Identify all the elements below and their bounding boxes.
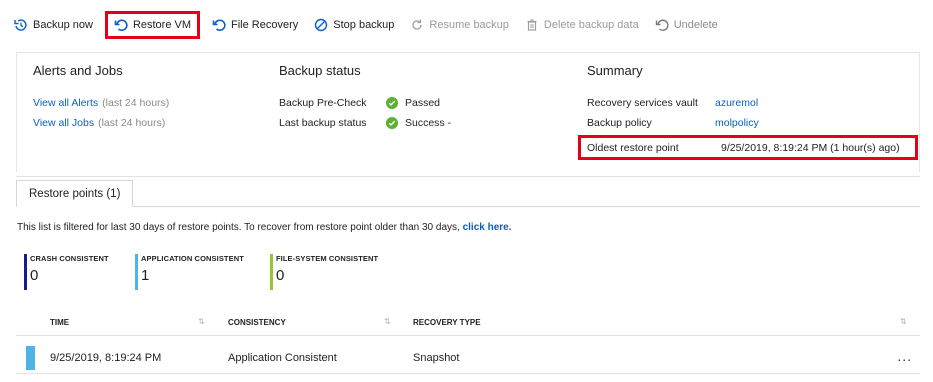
oldest-restore-point-label: Oldest restore point — [587, 141, 679, 154]
backup-now-label: Backup now — [33, 19, 93, 31]
table-row[interactable]: 9/25/2019, 8:19:24 PM Application Consis… — [16, 342, 920, 374]
jobs-timeframe: (last 24 hours) — [98, 117, 166, 129]
stop-icon — [314, 18, 328, 32]
precheck-value: Passed — [405, 97, 441, 109]
view-alerts-row: View all Alerts (last 24 hours) — [33, 93, 169, 113]
row-time: 9/25/2019, 8:19:24 PM — [50, 352, 162, 364]
view-all-jobs-link[interactable]: View all Jobs — [33, 117, 94, 129]
sort-icon[interactable]: ⇅ — [900, 317, 907, 326]
delete-backup-data-button[interactable]: Delete backup data — [525, 11, 639, 39]
backup-now-button[interactable]: Backup now — [14, 11, 93, 39]
restore-vm-label: Restore VM — [132, 19, 192, 31]
backup-status-title: Backup status — [279, 63, 361, 78]
command-bar: Backup now Restore VM File Recovery Stop… — [0, 0, 933, 50]
backup-status-section: Backup status Backup Pre-Check Passed La… — [279, 63, 451, 133]
application-consistent-bar — [135, 254, 138, 290]
resume-backup-button[interactable]: Resume backup — [410, 11, 509, 39]
restore-points-table-header: TIME ⇅ CONSISTENCY ⇅ RECOVERY TYPE ⇅ — [16, 312, 920, 336]
alerts-jobs-title: Alerts and Jobs — [33, 63, 123, 78]
sort-icon[interactable]: ⇅ — [198, 317, 205, 326]
view-jobs-row: View all Jobs (last 24 hours) — [33, 113, 169, 133]
file-recovery-button[interactable]: File Recovery — [212, 11, 298, 39]
file-system-consistent-label: FILE-SYSTEM CONSISTENT — [276, 254, 379, 263]
view-all-alerts-link[interactable]: View all Alerts — [33, 97, 98, 109]
crash-consistent-stat[interactable]: CRASH CONSISTENT 0 — [24, 254, 109, 290]
stop-backup-button[interactable]: Stop backup — [314, 11, 394, 39]
click-here-link[interactable]: click here. — [463, 222, 512, 233]
section-divider — [16, 176, 920, 177]
file-system-consistent-bar — [270, 254, 273, 290]
check-icon — [386, 97, 398, 109]
application-consistent-stat[interactable]: APPLICATION CONSISTENT 1 — [135, 254, 244, 290]
undelete-icon — [655, 18, 669, 32]
last-backup-row: Last backup status Success - — [279, 113, 451, 133]
application-consistent-count: 1 — [141, 267, 150, 284]
vault-link[interactable]: azuremol — [715, 97, 758, 109]
summary-section: Summary Recovery services vault azuremol… — [587, 63, 759, 133]
precheck-row: Backup Pre-Check Passed — [279, 93, 451, 113]
tab-restore-points[interactable]: Restore points (1) — [16, 180, 134, 207]
sort-icon[interactable]: ⇅ — [384, 317, 391, 326]
last-backup-label: Last backup status — [279, 117, 367, 129]
filter-notice: This list is filtered for last 30 days o… — [17, 222, 512, 233]
filter-text: This list is filtered for last 30 days o… — [17, 222, 460, 233]
resume-icon — [410, 18, 424, 32]
file-system-consistent-stat[interactable]: FILE-SYSTEM CONSISTENT 0 — [270, 254, 378, 290]
consistency-color-swatch — [26, 346, 35, 370]
last-backup-value: Success - — [405, 117, 452, 129]
policy-row: Backup policy molpolicy — [587, 113, 759, 133]
more-options-icon[interactable]: ... — [897, 348, 912, 364]
crash-consistent-label: CRASH CONSISTENT — [30, 254, 109, 263]
resume-backup-label: Resume backup — [429, 19, 509, 31]
restore-vm-button[interactable]: Restore VM — [104, 11, 201, 39]
delete-backup-data-label: Delete backup data — [543, 19, 639, 31]
crash-consistent-bar — [24, 254, 27, 290]
alerts-timeframe: (last 24 hours) — [102, 97, 170, 109]
application-consistent-label: APPLICATION CONSISTENT — [141, 254, 244, 263]
policy-label: Backup policy — [587, 117, 652, 129]
file-recovery-icon — [212, 18, 226, 32]
tab-underline — [16, 206, 920, 207]
file-system-consistent-count: 0 — [276, 267, 285, 284]
column-header-consistency[interactable]: CONSISTENCY — [228, 318, 286, 327]
oldest-restore-point-value: 9/25/2019, 8:19:24 PM (1 hour(s) ago) — [721, 141, 900, 154]
vault-label: Recovery services vault — [587, 97, 698, 109]
check-icon — [386, 117, 398, 129]
column-header-recovery-type[interactable]: RECOVERY TYPE — [413, 318, 481, 327]
undelete-button[interactable]: Undelete — [655, 11, 718, 39]
undelete-label: Undelete — [673, 19, 718, 31]
trash-icon — [525, 18, 539, 32]
oldest-restore-point-row: Oldest restore point 9/25/2019, 8:19:24 … — [578, 135, 918, 160]
policy-link[interactable]: molpolicy — [715, 117, 759, 129]
crash-consistent-count: 0 — [30, 267, 39, 284]
precheck-label: Backup Pre-Check — [279, 97, 367, 109]
row-consistency: Application Consistent — [228, 352, 337, 364]
row-recovery-type: Snapshot — [413, 352, 460, 364]
column-header-time[interactable]: TIME — [50, 318, 69, 327]
stop-backup-label: Stop backup — [333, 19, 395, 31]
backup-icon — [14, 18, 28, 32]
restore-icon — [114, 18, 128, 32]
file-recovery-label: File Recovery — [231, 19, 299, 31]
alerts-jobs-section: Alerts and Jobs View all Alerts (last 24… — [33, 63, 169, 133]
vault-row: Recovery services vault azuremol — [587, 93, 759, 113]
summary-title: Summary — [587, 63, 643, 78]
